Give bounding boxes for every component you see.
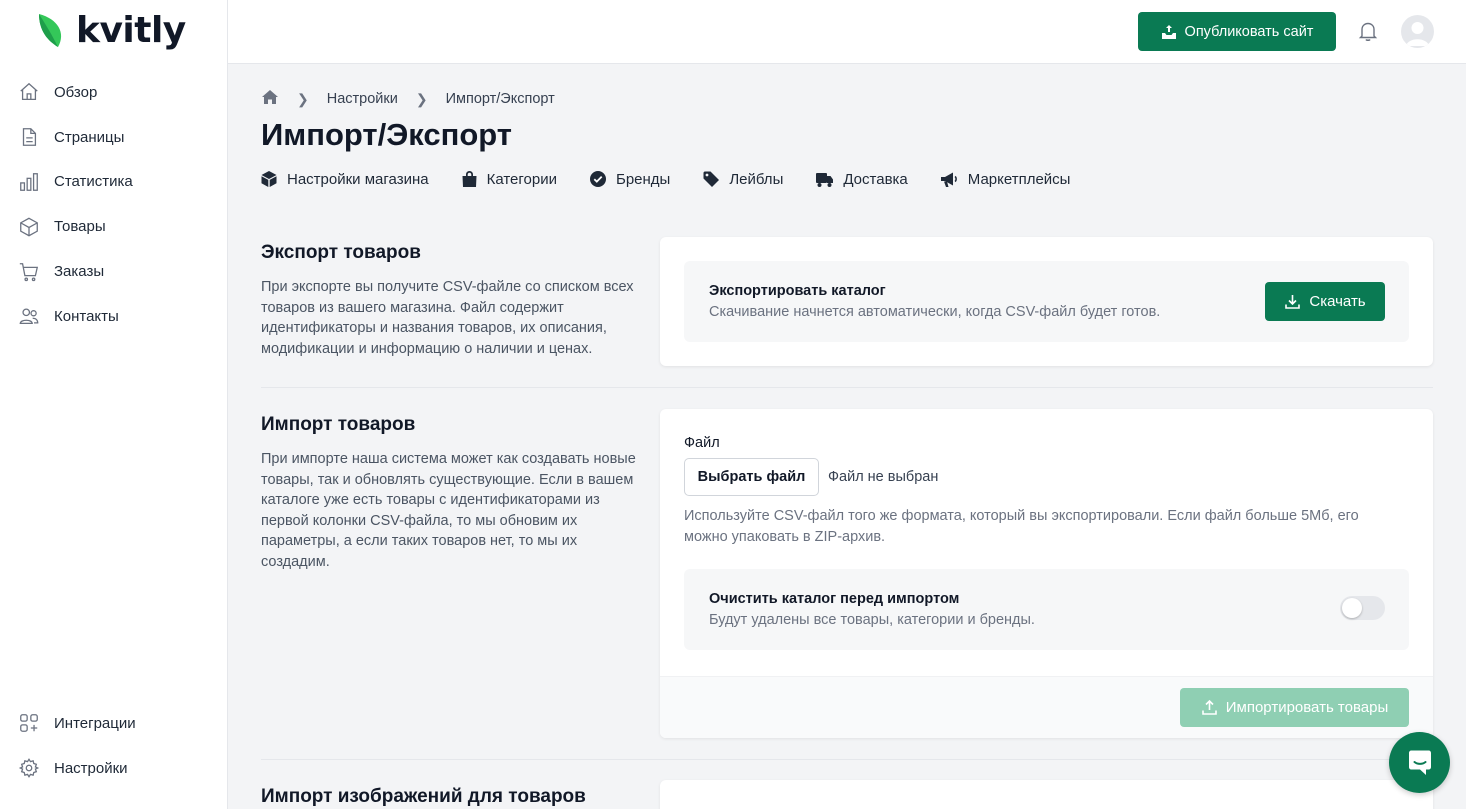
box-icon	[18, 216, 40, 238]
clear-catalog-panel: Очистить каталог перед импортом Будут уд…	[684, 569, 1409, 650]
sidebar-item-label: Заказы	[54, 263, 105, 281]
user-icon	[1406, 22, 1429, 46]
breadcrumb-item-settings[interactable]: Настройки	[327, 91, 398, 107]
sidebar-item-orders[interactable]: Заказы	[0, 249, 228, 294]
subnav-categories[interactable]: Категории	[461, 170, 557, 188]
sidebar-item-settings[interactable]: Настройки	[0, 746, 228, 791]
megaphone-icon	[940, 172, 957, 187]
user-avatar[interactable]	[1401, 15, 1434, 48]
sidebar-item-label: Статистика	[54, 173, 133, 191]
import-card: Файл Выбрать файл Файл не выбран Использ…	[660, 409, 1433, 738]
publish-site-button[interactable]: Опубликовать сайт	[1138, 12, 1336, 51]
breadcrumb: ❯ Настройки ❯ Импорт/Экспорт	[261, 89, 555, 109]
subnav-label: Категории	[486, 170, 557, 188]
sidebar-item-integrations[interactable]: Интеграции	[0, 701, 228, 746]
logo-text: kvitly	[76, 10, 186, 51]
section-divider	[261, 759, 1433, 760]
settings-subnav: Настройки магазина Категории Бренды Лейб…	[260, 170, 1102, 188]
topbar: Опубликовать сайт	[228, 0, 1466, 64]
cube-icon	[261, 171, 277, 187]
subnav-label: Настройки магазина	[287, 170, 429, 188]
shopping-bag-icon	[462, 171, 477, 187]
images-section-title: Импорт изображений для товаров	[261, 786, 586, 807]
breadcrumb-item-current: Импорт/Экспорт	[445, 91, 555, 107]
export-catalog-panel: Экспортировать каталог Скачивание начнет…	[684, 261, 1409, 342]
sidebar-item-pages[interactable]: Страницы	[0, 115, 228, 160]
subnav-label: Доставка	[843, 170, 908, 188]
subnav-label: Маркетплейсы	[967, 170, 1071, 188]
subnav-delivery[interactable]: Доставка	[815, 170, 908, 188]
import-section-title: Импорт товаров	[261, 414, 416, 435]
sidebar-item-label: Интеграции	[54, 714, 136, 732]
sidebar: kvitly Обзор Страницы Статистика Товары	[0, 0, 228, 809]
export-catalog-title: Экспортировать каталог	[709, 283, 886, 299]
sidebar-item-overview[interactable]: Обзор	[0, 70, 228, 115]
import-section-description: При импорте наша система может как созда…	[261, 451, 636, 570]
bell-icon[interactable]	[1358, 20, 1378, 47]
sidebar-item-contacts[interactable]: Контакты	[0, 294, 228, 339]
download-icon	[1285, 295, 1301, 309]
subnav-marketplaces[interactable]: Маркетплейсы	[940, 170, 1071, 188]
import-products-label: Импортировать товары	[1225, 699, 1389, 716]
leaf-logo-icon	[39, 13, 62, 47]
subnav-label: Бренды	[615, 170, 671, 188]
toggle-knob	[1342, 598, 1362, 618]
upload-icon	[1201, 699, 1217, 715]
file-field-label: Файл	[684, 435, 720, 451]
subnav-label: Лейблы	[729, 170, 784, 188]
home-icon[interactable]	[261, 89, 279, 109]
export-catalog-subtitle: Скачивание начнется автоматически, когда…	[709, 304, 1161, 320]
publish-site-label: Опубликовать сайт	[1184, 23, 1314, 40]
sidebar-item-label: Контакты	[54, 307, 119, 325]
cart-icon	[18, 261, 40, 283]
truck-icon	[816, 172, 834, 187]
sidebar-item-label: Настройки	[54, 759, 128, 777]
bar-chart-icon	[18, 171, 40, 193]
chat-button[interactable]	[1389, 732, 1450, 793]
subnav-store-settings[interactable]: Настройки магазина	[260, 170, 429, 188]
sidebar-item-products[interactable]: Товары	[0, 204, 228, 249]
import-products-button[interactable]: Импортировать товары	[1180, 688, 1409, 727]
chat-icon	[1408, 750, 1431, 775]
sidebar-bottom-nav: Интеграции Настройки	[0, 701, 228, 791]
chevron-right-icon: ❯	[297, 90, 309, 107]
section-divider	[261, 387, 1433, 388]
logo[interactable]: kvitly	[36, 10, 186, 51]
images-card	[660, 780, 1433, 809]
home-icon	[18, 81, 40, 103]
export-section-title: Экспорт товаров	[261, 242, 421, 263]
clear-catalog-toggle[interactable]	[1340, 596, 1385, 620]
badge-check-icon	[589, 171, 606, 187]
publish-icon	[1161, 24, 1176, 39]
sidebar-item-label: Обзор	[54, 83, 98, 101]
file-status: Файл не выбран	[828, 469, 939, 485]
download-button[interactable]: Скачать	[1265, 282, 1385, 321]
gear-icon	[18, 757, 40, 779]
tag-icon	[703, 171, 720, 187]
subnav-labels[interactable]: Лейблы	[702, 170, 783, 188]
page-title: Импорт/Экспорт	[261, 117, 512, 152]
document-icon	[18, 126, 40, 148]
sidebar-item-label: Товары	[54, 218, 106, 236]
export-card: Экспортировать каталог Скачивание начнет…	[660, 237, 1433, 366]
sidebar-nav: Обзор Страницы Статистика Товары Заказы	[0, 70, 228, 339]
sidebar-item-statistics[interactable]: Статистика	[0, 160, 228, 205]
subnav-brands[interactable]: Бренды	[589, 170, 670, 188]
export-section-description: При экспорте вы получите CSV-файле со сп…	[261, 279, 634, 357]
sidebar-item-label: Страницы	[54, 128, 125, 146]
import-card-footer: Импортировать товары	[660, 676, 1433, 738]
file-hint: Используйте CSV-файл того же формата, ко…	[684, 508, 1359, 545]
chevron-right-icon: ❯	[415, 90, 428, 107]
clear-catalog-subtitle: Будут удалены все товары, категории и бр…	[709, 612, 1035, 628]
choose-file-button[interactable]: Выбрать файл	[684, 458, 819, 496]
download-label: Скачать	[1309, 293, 1366, 310]
users-icon	[18, 305, 40, 327]
clear-catalog-title: Очистить каталог перед импортом	[709, 591, 960, 607]
integrations-icon	[18, 712, 40, 734]
